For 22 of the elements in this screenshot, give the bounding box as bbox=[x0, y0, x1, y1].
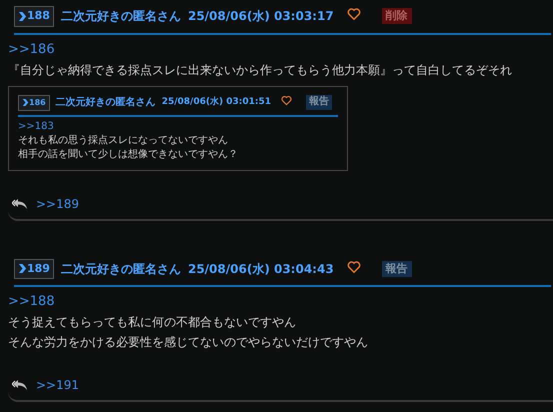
poster-name: 二次元好きの匿名さん bbox=[60, 8, 181, 26]
post-number-button[interactable]: 188 bbox=[14, 6, 54, 26]
anchor-link[interactable]: >>183 bbox=[18, 120, 338, 134]
report-button[interactable]: 報告 bbox=[306, 95, 332, 110]
poster-name: 二次元好きの匿名さん bbox=[56, 96, 156, 110]
anchor-link[interactable]: >>188 bbox=[8, 292, 553, 312]
post-text: それも私の思う採点スレになってないですやん bbox=[18, 134, 229, 148]
poster-name: 二次元好きの匿名さん bbox=[60, 260, 181, 278]
delete-button[interactable]: 削除 bbox=[382, 8, 412, 24]
reply-link[interactable]: >>191 bbox=[36, 376, 80, 394]
post-number-button[interactable]: 189 bbox=[14, 258, 54, 279]
post-date: 25/08/06(水) 03:03:17 bbox=[188, 8, 334, 26]
post-text: 『自分じゃ納得できる採点スレに出来ないから作ってもらう他力本願』って自白してるぞそれ bbox=[8, 62, 513, 78]
report-button[interactable]: 報告 bbox=[382, 260, 412, 277]
post-date: 25/08/06(水) 03:04:43 bbox=[188, 260, 334, 278]
reply-link[interactable]: >>189 bbox=[36, 194, 80, 212]
anchor-link[interactable]: >>186 bbox=[8, 40, 553, 60]
post-text: そう捉えてもらっても私に何の不都合もないですやん bbox=[8, 314, 297, 331]
post-text: 相手の話を聞いて少しは想像できないですやん？ bbox=[18, 148, 239, 162]
post-number-button[interactable]: 186 bbox=[18, 94, 50, 110]
post-text: そんな労力をかける必要性を感じてないのでやらないだけですやん bbox=[8, 334, 369, 351]
post-date: 25/08/06(水) 03:01:51 bbox=[162, 96, 271, 109]
